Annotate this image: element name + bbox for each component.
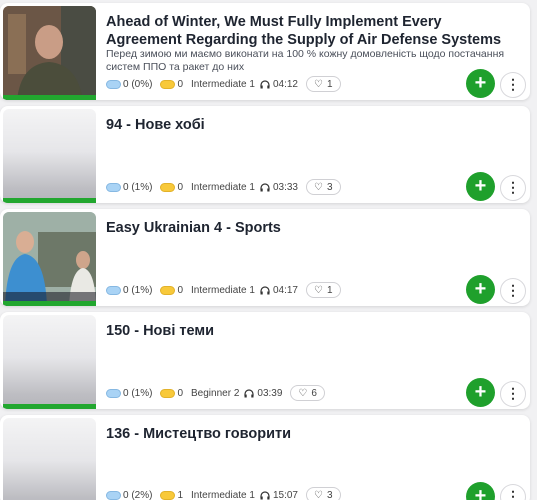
headphones-icon xyxy=(260,182,270,191)
duration-label: 04:12 xyxy=(272,78,298,90)
learning-words-icon xyxy=(160,490,176,500)
progress-bar xyxy=(3,95,96,100)
add-lesson-button[interactable]: + xyxy=(466,172,495,201)
known-words-icon xyxy=(106,490,121,500)
heart-icon: ♡ xyxy=(298,387,308,399)
lesson-list: Ahead of Winter, We Must Fully Implement… xyxy=(0,0,537,500)
likes-count: 3 xyxy=(326,489,333,500)
add-lesson-button[interactable]: + xyxy=(466,482,495,500)
headphones-icon xyxy=(244,388,254,397)
more-options-button[interactable]: ⋮ xyxy=(500,484,526,500)
level-label: Intermediate 1 xyxy=(191,284,255,296)
known-words-icon xyxy=(106,79,121,89)
add-lesson-button[interactable]: + xyxy=(466,378,495,407)
lesson-title[interactable]: 94 - Нове хобі xyxy=(106,116,516,134)
lesson-card[interactable]: Ahead of Winter, We Must Fully Implement… xyxy=(0,3,530,100)
lesson-meta: 0 (1%) 0 Intermediate 1 03:33 ♡ 3 xyxy=(106,179,341,195)
lesson-meta: 0 (0%) 0 Intermediate 1 04:12 ♡ 1 xyxy=(106,76,341,92)
likes-count: 6 xyxy=(311,387,317,399)
like-button[interactable]: ♡ 3 xyxy=(305,487,341,500)
learning-words-count: 1 xyxy=(177,489,184,500)
lesson-title[interactable]: Ahead of Winter, We Must Fully Implement… xyxy=(106,13,516,49)
learning-words-count: 0 xyxy=(177,181,184,193)
progress-bar xyxy=(3,301,96,306)
lesson-meta: 0 (2%) 1 Intermediate 1 15:07 ♡ 3 xyxy=(106,487,341,500)
likes-count: 1 xyxy=(326,78,333,90)
more-options-button[interactable]: ⋮ xyxy=(500,175,526,201)
level-label: Intermediate 1 xyxy=(191,489,255,500)
lesson-card[interactable]: Easy Ukrainian 4 - Sports 0 (1%) 0 Inter… xyxy=(0,209,530,306)
learning-words-icon xyxy=(160,388,176,398)
more-options-button[interactable]: ⋮ xyxy=(500,72,526,98)
heart-icon: ♡ xyxy=(313,489,323,500)
likes-count: 3 xyxy=(326,181,333,193)
like-button[interactable]: ♡ 1 xyxy=(305,282,341,298)
lesson-meta: 0 (1%) 0 Intermediate 1 04:17 ♡ 1 xyxy=(106,282,341,298)
progress-bar xyxy=(3,198,96,203)
known-words-count: 0 (1%) xyxy=(123,181,153,193)
lesson-thumbnail[interactable] xyxy=(3,418,96,500)
like-button[interactable]: ♡ 6 xyxy=(290,385,325,401)
heart-icon: ♡ xyxy=(313,78,323,90)
level-label: Beginner 2 xyxy=(191,387,240,399)
known-words-count: 0 (1%) xyxy=(123,284,153,296)
person-photo-image xyxy=(3,6,96,100)
duration-label: 03:33 xyxy=(272,181,298,193)
known-words-icon xyxy=(106,388,121,398)
known-words-icon xyxy=(106,182,121,192)
known-words-icon xyxy=(106,285,121,295)
headphones-icon xyxy=(260,79,270,88)
lesson-thumbnail[interactable] xyxy=(3,109,96,203)
learning-words-icon xyxy=(160,79,176,89)
lesson-card[interactable]: 136 - Мистецтво говорити 0 (2%) 1 Interm… xyxy=(0,415,530,500)
more-options-button[interactable]: ⋮ xyxy=(500,381,526,407)
more-options-button[interactable]: ⋮ xyxy=(500,278,526,304)
level-label: Intermediate 1 xyxy=(191,78,255,90)
duration-label: 15:07 xyxy=(272,489,298,500)
known-words-count: 0 (2%) xyxy=(123,489,153,500)
lesson-card[interactable]: 94 - Нове хобі 0 (1%) 0 Intermediate 1 0… xyxy=(0,106,530,203)
like-button[interactable]: ♡ 1 xyxy=(305,76,341,92)
learning-words-count: 0 xyxy=(177,387,184,399)
outdoor-photo-image xyxy=(3,212,96,306)
lesson-thumbnail[interactable] xyxy=(3,212,96,306)
duration-label: 03:39 xyxy=(257,387,283,399)
known-words-count: 0 (1%) xyxy=(123,387,153,399)
likes-count: 1 xyxy=(326,284,333,296)
learning-words-count: 0 xyxy=(177,78,184,90)
lesson-subtitle: Перед зимою ми маємо виконати на 100 % к… xyxy=(106,48,505,73)
lesson-meta: 0 (1%) 0 Beginner 2 03:39 ♡ 6 xyxy=(106,385,325,401)
add-lesson-button[interactable]: + xyxy=(466,275,495,304)
add-lesson-button[interactable]: + xyxy=(466,69,495,98)
lesson-title[interactable]: 136 - Мистецтво говорити xyxy=(106,425,516,443)
headphones-icon xyxy=(260,285,270,294)
headphones-icon xyxy=(260,490,270,499)
known-words-count: 0 (0%) xyxy=(123,78,153,90)
learning-words-icon xyxy=(160,182,176,192)
lesson-title[interactable]: 150 - Нові теми xyxy=(106,322,516,340)
heart-icon: ♡ xyxy=(313,181,323,193)
learning-words-icon xyxy=(160,285,176,295)
progress-bar xyxy=(3,404,96,409)
learning-words-count: 0 xyxy=(177,284,184,296)
level-label: Intermediate 1 xyxy=(191,181,255,193)
lesson-card[interactable]: 150 - Нові теми 0 (1%) 0 Beginner 2 03:3… xyxy=(0,312,530,409)
like-button[interactable]: ♡ 3 xyxy=(305,179,341,195)
heart-icon: ♡ xyxy=(313,284,323,296)
lesson-thumbnail[interactable] xyxy=(3,315,96,409)
duration-label: 04:17 xyxy=(272,284,298,296)
lesson-title[interactable]: Easy Ukrainian 4 - Sports xyxy=(106,219,516,237)
lesson-thumbnail[interactable] xyxy=(3,6,96,100)
